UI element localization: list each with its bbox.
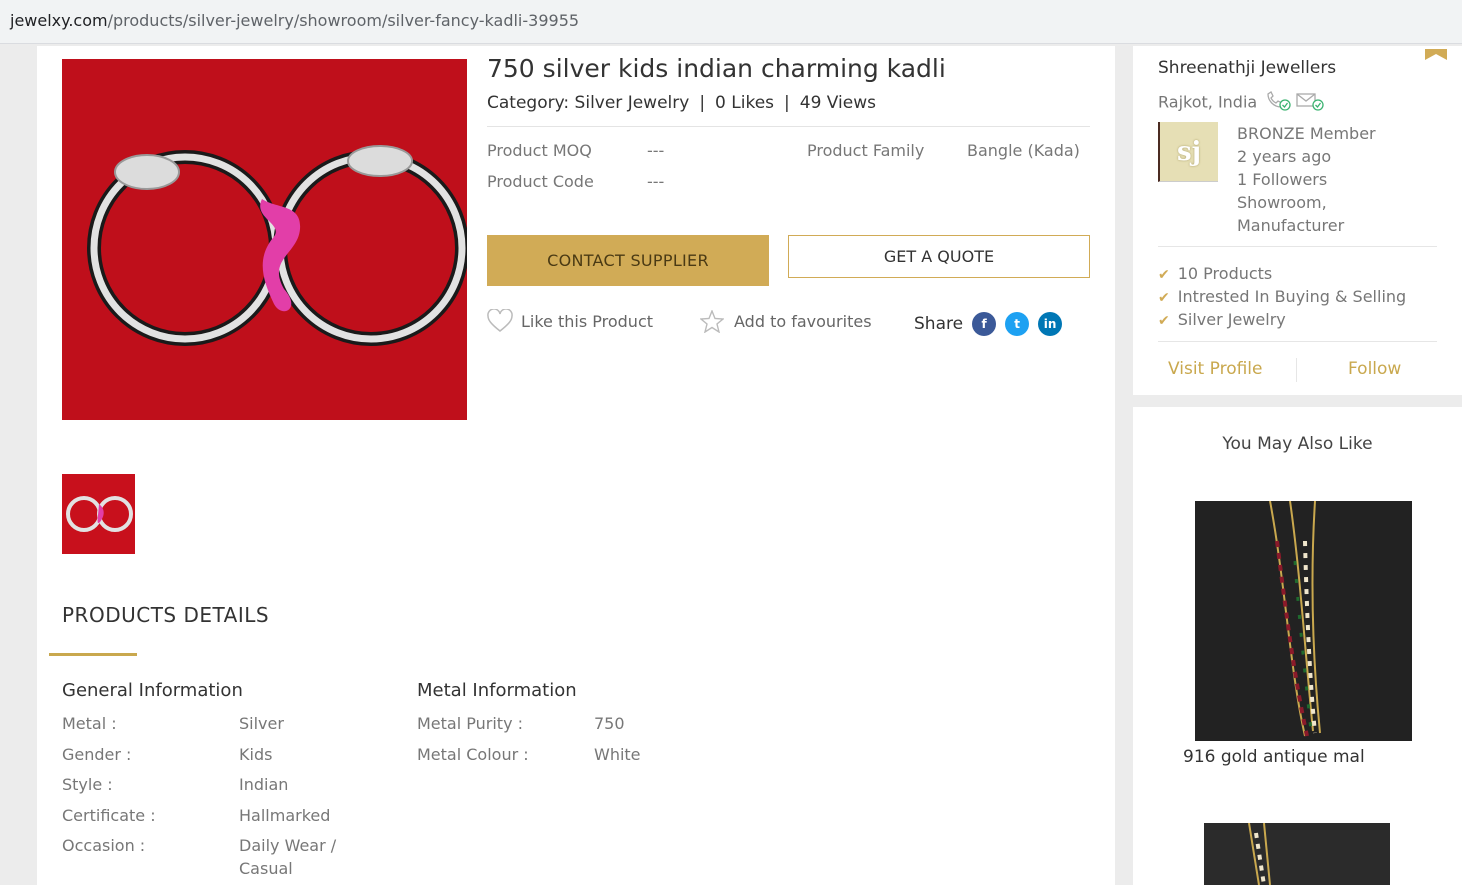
- metal-value: Silver: [239, 714, 284, 733]
- heart-icon: [487, 309, 513, 333]
- business-type-line1: Showroom,: [1237, 193, 1327, 212]
- facebook-icon[interactable]: f: [972, 312, 997, 336]
- product-main-image[interactable]: [62, 59, 467, 420]
- share-group: Share f t in: [914, 312, 1063, 336]
- product-title: 750 silver kids indian charming kadli: [487, 54, 946, 83]
- metal-purity-value: 750: [594, 714, 625, 733]
- stat-products-label: 10 Products: [1177, 264, 1273, 283]
- url-text[interactable]: jewelxy.com/products/silver-jewelry/show…: [10, 11, 579, 30]
- separator: |: [784, 93, 790, 113]
- suggestion-image[interactable]: [1204, 823, 1390, 885]
- suggestion-image[interactable]: [1195, 501, 1412, 741]
- metal-colour-value: White: [594, 745, 641, 764]
- metal-key: Metal :: [62, 714, 117, 733]
- divider: [487, 126, 1090, 127]
- check-icon: ✔: [1158, 290, 1170, 306]
- followers-count: 1 Followers: [1237, 170, 1328, 189]
- share-label: Share: [914, 314, 964, 334]
- bookmark-icon: [1424, 46, 1448, 65]
- mail-verified-icon: [1296, 91, 1325, 115]
- code-value: ---: [647, 172, 665, 191]
- like-product-link[interactable]: Like this Product: [487, 309, 653, 333]
- stat-products: ✔ 10 Products: [1158, 264, 1272, 283]
- stat-interest: ✔ Intrested In Buying & Selling: [1158, 287, 1406, 306]
- family-label: Product Family: [807, 141, 925, 160]
- stat-interest-label: Intrested In Buying & Selling: [1177, 287, 1407, 306]
- stat-category-label: Silver Jewelry: [1177, 310, 1286, 329]
- occasion-value: Daily Wear /: [239, 836, 337, 855]
- product-thumbnail[interactable]: [62, 474, 135, 554]
- moq-label: Product MOQ: [487, 141, 592, 160]
- get-quote-button[interactable]: GET A QUOTE: [788, 235, 1090, 278]
- certificate-value: Hallmarked: [239, 806, 331, 825]
- product-panel: 750 silver kids indian charming kadli Ca…: [37, 46, 1115, 885]
- star-icon: [700, 310, 724, 333]
- check-icon: ✔: [1158, 313, 1170, 329]
- product-meta: Category: Silver Jewelry | 0 Likes | 49 View…: [487, 93, 876, 113]
- metal-colour-key: Metal Colour :: [417, 745, 529, 764]
- metal-purity-key: Metal Purity :: [417, 714, 524, 733]
- like-product-label: Like this Product: [521, 311, 654, 331]
- you-may-also-like-heading: You May Also Like: [1222, 434, 1373, 454]
- supplier-location: Rajkot, India: [1158, 92, 1258, 112]
- general-info-heading: General Information: [62, 680, 243, 701]
- moq-value: ---: [647, 141, 665, 160]
- supplier-location-row: Rajkot, India: [1158, 91, 1325, 115]
- supplier-name[interactable]: Shreenathji Jewellers: [1158, 58, 1336, 78]
- follow-link[interactable]: Follow: [1348, 359, 1401, 379]
- divider: [1158, 246, 1437, 247]
- twitter-icon[interactable]: t: [1005, 312, 1030, 336]
- heading-underline: [49, 653, 137, 656]
- divider: [1296, 358, 1297, 382]
- browser-address-bar[interactable]: jewelxy.com/products/silver-jewelry/show…: [0, 0, 1462, 44]
- style-value: Indian: [239, 775, 289, 794]
- url-path: /products/silver-jewelry/showroom/silver…: [107, 11, 580, 30]
- separator: |: [699, 93, 706, 113]
- supplier-card: Shreenathji Jewellers Rajkot, India sj B…: [1133, 46, 1462, 395]
- products-details-heading: PRODUCTS DETAILS: [62, 603, 270, 627]
- visit-profile-link[interactable]: Visit Profile: [1168, 359, 1263, 379]
- phone-verified-icon: [1265, 91, 1291, 115]
- membership-level: BRONZE Member: [1237, 124, 1376, 143]
- gender-key: Gender :: [62, 745, 132, 764]
- divider: [1158, 341, 1437, 342]
- member-since: 2 years ago: [1237, 147, 1332, 166]
- product-category[interactable]: Category: Silver Jewelry: [487, 93, 689, 113]
- url-host: jewelxy.com: [10, 11, 108, 30]
- occasion-key: Occasion :: [62, 836, 146, 855]
- stat-category: ✔ Silver Jewelry: [1158, 310, 1286, 329]
- check-icon: ✔: [1158, 267, 1170, 283]
- contact-supplier-button[interactable]: CONTACT SUPPLIER: [487, 235, 769, 286]
- metal-info-heading: Metal Information: [417, 680, 577, 701]
- supplier-logo[interactable]: sj: [1158, 122, 1218, 182]
- business-type-line2: Manufacturer: [1237, 216, 1345, 235]
- family-value: Bangle (Kada): [967, 141, 1080, 160]
- suggestion-name[interactable]: 916 gold antique mal: [1183, 747, 1365, 767]
- add-favourites-label: Add to favourites: [734, 312, 872, 331]
- occasion-value-line2: Casual: [239, 859, 293, 878]
- product-likes: 0 Likes: [715, 93, 775, 113]
- gender-value: Kids: [239, 745, 273, 764]
- style-key: Style :: [62, 775, 113, 794]
- product-views: 49 Views: [799, 93, 876, 113]
- linkedin-icon[interactable]: in: [1038, 312, 1063, 336]
- you-may-also-like-panel: You May Also Like 916 gold antique mal: [1133, 407, 1462, 885]
- certificate-key: Certificate :: [62, 806, 156, 825]
- add-favourites-link[interactable]: Add to favourites: [700, 310, 872, 333]
- code-label: Product Code: [487, 172, 594, 191]
